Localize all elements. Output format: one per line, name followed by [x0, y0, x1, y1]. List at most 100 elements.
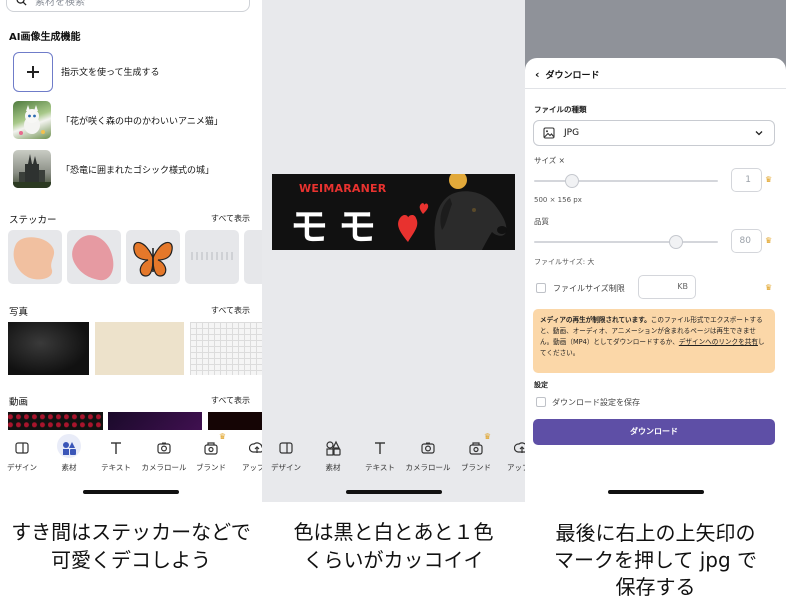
share-link[interactable]: デザインへのリンクを共有 — [679, 338, 758, 346]
crown-icon: ♛ — [483, 432, 491, 441]
ai-generate-button[interactable]: 指示文を使って生成する — [13, 52, 253, 92]
file-size-limit-label: ファイルサイズ制限 — [553, 284, 625, 293]
divider — [525, 88, 786, 89]
tab-text[interactable]: テキスト — [355, 436, 405, 473]
tab-label: デザイン — [7, 463, 37, 472]
phone-screen-elements: 素材を検索 AI画像生成機能 指示文を使って生成する 「花が咲く森の中のかわいい… — [0, 0, 262, 502]
tab-upload[interactable]: アップロ — [497, 436, 525, 473]
anime-cat-icon — [19, 105, 45, 135]
panel-download: ‹ ダウンロード ファイルの種類 JPG サイズ × 1 ♛ 500 × 156 … — [525, 0, 786, 605]
tab-elements[interactable]: 素材 — [308, 436, 358, 473]
tab-text[interactable]: テキスト — [91, 436, 141, 473]
size-slider-knob[interactable] — [565, 174, 579, 188]
photo-paper-texture[interactable] — [95, 322, 184, 375]
banner-title: WEIMARANER — [299, 182, 387, 195]
tab-label: ブランド — [196, 463, 226, 472]
text-icon — [111, 442, 121, 454]
tab-label: 素材 — [325, 463, 341, 472]
elements-icon — [63, 442, 76, 455]
warning-bold: メディアの再生が制限されています。 — [540, 316, 651, 324]
plus-icon — [13, 52, 53, 92]
upload-icon — [249, 442, 262, 453]
settings-label: 設定 — [534, 381, 548, 389]
quality-label: 品質 — [534, 217, 549, 226]
tab-design[interactable]: デザイン — [0, 436, 47, 473]
file-size-limit-checkbox[interactable] — [536, 283, 546, 293]
banner-design[interactable]: WEIMARANER モモ — [272, 174, 515, 250]
tab-design[interactable]: デザイン — [262, 436, 311, 473]
size-value: 1 — [745, 175, 751, 185]
brand-icon — [204, 442, 218, 455]
video-thumb-1[interactable] — [8, 412, 103, 430]
camera-icon — [421, 442, 435, 454]
quality-slider[interactable] — [534, 235, 718, 249]
size-slider[interactable] — [534, 174, 718, 188]
file-type-select[interactable]: JPG — [533, 120, 775, 146]
castle-icon — [13, 154, 51, 188]
design-icon — [15, 442, 29, 454]
castle-thumbnail — [13, 150, 51, 188]
videos-see-all-link[interactable]: すべて表示 — [211, 395, 250, 406]
file-type-value: JPG — [564, 128, 580, 138]
sheet-title: ダウンロード — [545, 71, 600, 81]
crown-icon: ♛ — [765, 236, 773, 245]
tab-upload[interactable]: アップロ — [232, 436, 262, 473]
kb-unit: KB — [677, 282, 688, 291]
bottom-tab-bar: デザイン 素材 テキスト カメラロール ♛ ブランド アップ — [0, 432, 262, 476]
tab-brand[interactable]: ♛ ブランド — [451, 432, 501, 473]
brand-icon — [469, 442, 483, 455]
caption-line: 保存する — [615, 575, 696, 599]
chevron-down-icon — [755, 131, 763, 136]
tab-label: カメラロール — [405, 463, 451, 472]
quality-value: 80 — [739, 236, 751, 246]
quality-input[interactable]: 80 — [731, 229, 762, 253]
back-arrow-icon[interactable]: ‹ — [535, 68, 540, 81]
save-settings-checkbox[interactable] — [536, 397, 546, 407]
tab-label: アップロ — [242, 463, 262, 472]
caption-line: 可愛くデコしよう — [51, 548, 211, 572]
stickers-see-all-link[interactable]: すべて表示 — [211, 213, 250, 224]
tab-brand[interactable]: ♛ ブランド — [186, 432, 236, 473]
upload-icon — [514, 442, 525, 453]
ai-item-label: 「恐竜に囲まれたゴシック様式の城」 — [61, 166, 215, 176]
video-thumb-2[interactable] — [108, 412, 202, 430]
photo-grid-paper[interactable] — [190, 322, 262, 375]
caption-download: 最後に右上の上矢印の マークを押して jpg で 保存する — [525, 520, 786, 601]
tab-elements[interactable]: 素材 — [44, 434, 94, 473]
home-indicator — [607, 490, 704, 494]
cat-thumbnail — [13, 101, 51, 139]
sticker-butterfly[interactable] — [126, 230, 180, 284]
ai-example-castle[interactable]: 「恐竜に囲まれたゴシック様式の城」 — [13, 150, 253, 190]
home-indicator — [345, 490, 442, 494]
photo-dark-texture[interactable] — [8, 322, 89, 375]
video-thumb-3[interactable] — [208, 412, 262, 430]
tab-camera-roll[interactable]: カメラロール — [403, 436, 453, 473]
blob-sticker-icon — [13, 237, 55, 280]
file-size-limit-input[interactable]: KB — [638, 275, 696, 299]
size-input[interactable]: 1 — [731, 168, 762, 192]
ai-section-title: AI画像生成機能 — [9, 32, 81, 43]
download-button[interactable]: ダウンロード — [533, 419, 775, 445]
butterfly-icon — [133, 241, 173, 277]
search-input[interactable]: 素材を検索 — [6, 0, 250, 12]
tab-camera-roll[interactable]: カメラロール — [139, 436, 189, 473]
caption-line: くらいがカッコイイ — [303, 548, 484, 572]
caption-line: 色は黒と白とあと１色 — [293, 520, 494, 544]
caption-elements: すき間はステッカーなどで 可愛くデコしよう — [0, 518, 262, 574]
stickers-title: ステッカー — [9, 215, 57, 226]
sticker-pink-blob[interactable] — [67, 230, 121, 284]
crown-icon: ♛ — [765, 283, 773, 292]
ai-item-label: 「花が咲く森の中のかわいいアニメ猫」 — [61, 117, 223, 127]
photos-see-all-link[interactable]: すべて表示 — [211, 305, 250, 316]
quality-slider-knob[interactable] — [669, 235, 683, 249]
phone-screen-download: ‹ ダウンロード ファイルの種類 JPG サイズ × 1 ♛ 500 × 156 … — [525, 0, 786, 502]
photos-title: 写真 — [9, 307, 29, 318]
tab-label: テキスト — [101, 463, 131, 472]
sticker-more[interactable] — [244, 230, 262, 284]
sticker-peach-blob[interactable] — [8, 230, 62, 284]
blob-sticker-icon — [72, 235, 114, 281]
home-indicator — [83, 490, 179, 494]
sticker-grid-pattern[interactable] — [185, 230, 239, 284]
tab-label: ブランド — [461, 463, 491, 472]
ai-example-cat[interactable]: 「花が咲く森の中のかわいいアニメ猫」 — [13, 101, 253, 141]
